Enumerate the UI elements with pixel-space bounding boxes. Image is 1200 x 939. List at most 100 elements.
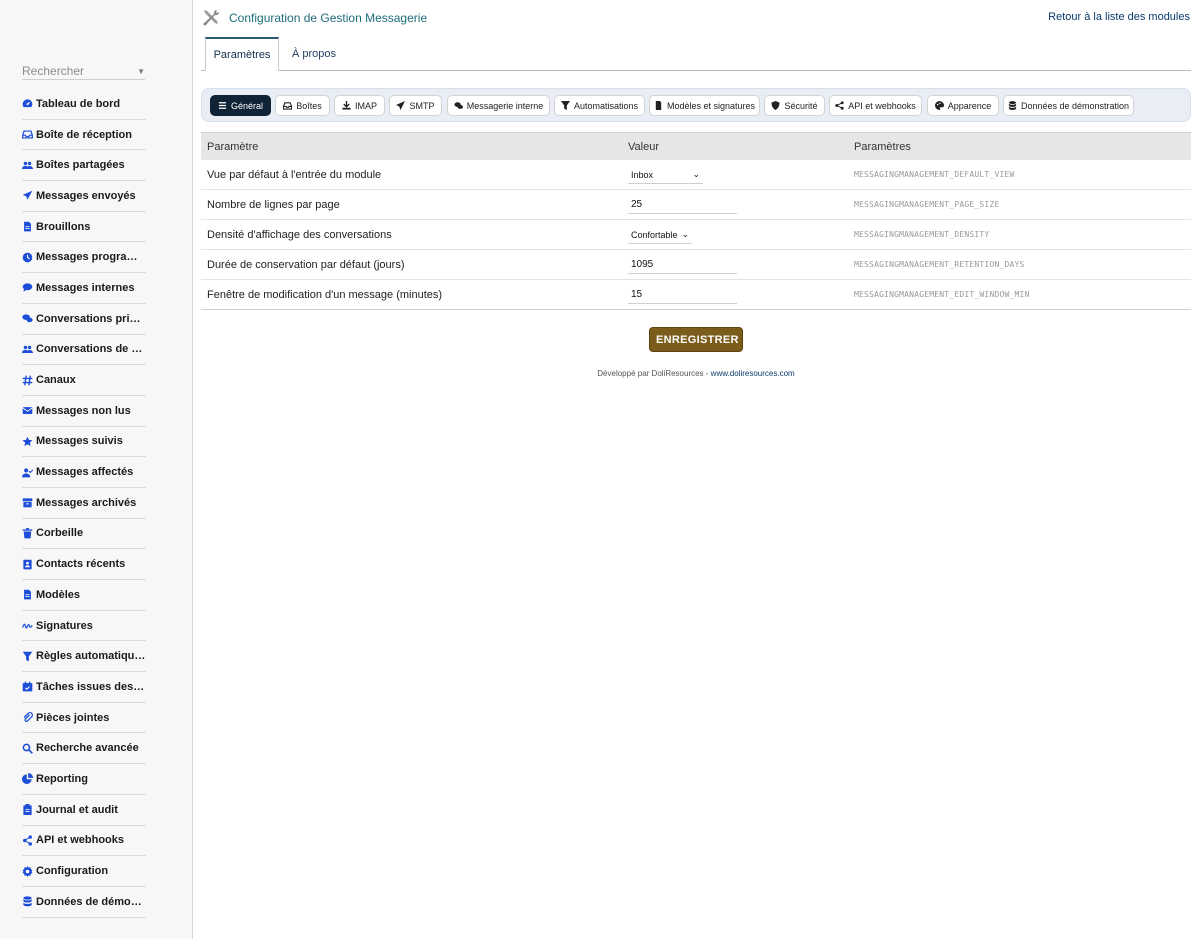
sidebar-item-label: Messages suivis (36, 435, 123, 448)
sidebar-item-boites-partagees[interactable]: Boîtes partagées (22, 150, 146, 182)
sidebar: ▼ Tableau de bord Boîte de réception Boî… (0, 0, 193, 939)
subnav-donnees-de-demonstration[interactable]: Données de démonstration (1003, 95, 1134, 116)
sidebar-item-configuration[interactable]: Configuration (22, 856, 146, 887)
sidebar-item-label: Pièces jointes (36, 711, 110, 724)
comments-icon (454, 102, 463, 109)
table-row: Vue par défaut à l'entrée du module Inbo… (201, 160, 1191, 190)
subnav-label: IMAP (354, 100, 377, 111)
subnav-label: Messagerie interne (466, 100, 544, 111)
sidebar-item-recherche-avancee[interactable]: Recherche avancée (22, 733, 146, 765)
subnav-label: API et webhooks (848, 100, 916, 111)
footer-link[interactable]: www.doliresources.com (711, 369, 795, 378)
sidebar-item-messages-affectes[interactable]: Messages affectés (22, 457, 146, 488)
sidebar-item-corbeille[interactable]: Corbeille (22, 519, 146, 550)
select-value: Confortable (631, 229, 678, 240)
footer-text: Développé par DoliResources - (597, 369, 711, 378)
sidebar-item-label: Configuration (36, 865, 109, 878)
density-select[interactable]: Confortable ⌄ (628, 226, 692, 244)
sidebar-item-tableau-de-bord[interactable]: Tableau de bord (22, 89, 146, 120)
sidebar-item-messages-archives[interactable]: Messages archivés (22, 488, 146, 519)
sidebar-item-messages-non-lus[interactable]: Messages non lus (22, 396, 146, 427)
calendar-check-icon (22, 681, 33, 692)
chevron-down-icon: ⌄ (692, 169, 700, 179)
subnav-smtp[interactable]: SMTP (389, 95, 442, 116)
inbox-icon (22, 129, 33, 140)
setting-label: Vue par défaut à l'entrée du module (207, 169, 382, 181)
search-input[interactable] (22, 64, 122, 78)
comment-icon (22, 282, 33, 293)
sidebar-item-messages-envoyes[interactable]: Messages envoyés (22, 181, 146, 212)
users-icon (22, 160, 33, 171)
save-button[interactable]: ENREGISTRER (649, 327, 743, 352)
database-icon (1008, 101, 1017, 110)
sidebar-item-label: API et webhooks (36, 834, 125, 847)
sidebar-item-messages-programmes[interactable]: Messages programmés (22, 242, 146, 274)
header-parametres: Paramètres (854, 141, 911, 153)
database-icon (22, 896, 33, 907)
sidebar-item-messages-internes[interactable]: Messages internes (22, 273, 146, 304)
sidebar-item-contacts-recents[interactable]: Contacts récents (22, 549, 146, 580)
file-icon (22, 221, 33, 232)
signature-icon (22, 620, 33, 631)
sidebar-item-messages-suivis[interactable]: Messages suivis (22, 427, 146, 458)
subnav-label: SMTP (409, 100, 435, 111)
sidebar-item-conversations-privees[interactable]: Conversations privées (22, 304, 146, 335)
sidebar-search[interactable]: ▼ (22, 63, 145, 80)
setting-constant: MESSAGINGMANAGEMENT_PAGE_SIZE (854, 200, 1000, 209)
page-size-input[interactable] (628, 195, 737, 214)
sidebar-item-reporting[interactable]: Reporting (22, 764, 146, 795)
sidebar-item-journal-et-audit[interactable]: Journal et audit (22, 795, 146, 826)
paperclip-icon (22, 712, 33, 723)
clipboard-icon (22, 804, 33, 816)
subnav-securite[interactable]: Sécurité (764, 95, 825, 116)
sidebar-item-signatures[interactable]: Signatures (22, 611, 146, 642)
sidebar-item-label: Brouillons (36, 220, 91, 233)
subnav-label: Général (230, 100, 264, 111)
envelope-icon (22, 405, 33, 416)
subnav-label: Données de démonstration (1020, 100, 1130, 111)
comments-icon (22, 313, 33, 324)
subnav-messagerie-interne[interactable]: Messagerie interne (447, 95, 550, 116)
sidebar-item-regles-automatiques[interactable]: Règles automatiques (22, 641, 146, 673)
sidebar-item-modeles[interactable]: Modèles (22, 580, 146, 611)
sidebar-item-boite-de-reception[interactable]: Boîte de réception (22, 120, 146, 151)
subnav-automatisations[interactable]: Automatisations (554, 95, 645, 116)
bars-icon (218, 102, 227, 109)
tab-parametres[interactable]: Paramètres (205, 37, 279, 71)
sidebar-item-donnees-de-demonstration[interactable]: Données de démonstration (22, 887, 146, 918)
share-nodes-icon (22, 835, 33, 846)
sidebar-item-label: Tâches issues des messages (36, 680, 146, 693)
sidebar-item-label: Tableau de bord (36, 97, 121, 110)
chevron-down-icon[interactable]: ▼ (137, 67, 145, 76)
sidebar-item-conversations-de-groupe[interactable]: Conversations de groupe (22, 335, 146, 366)
setting-constant: MESSAGINGMANAGEMENT_RETENTION_DAYS (854, 260, 1025, 269)
sidebar-item-label: Messages non lus (36, 404, 131, 417)
subnav-label: Boîtes (296, 100, 322, 111)
star-icon (22, 436, 33, 447)
table-header: Paramètre Valeur Paramètres (201, 132, 1191, 160)
retention-days-input[interactable] (628, 255, 737, 274)
sidebar-item-label: Conversations privées (36, 312, 146, 325)
sidebar-item-api-et-webhooks[interactable]: API et webhooks (22, 826, 146, 857)
subnav-apparence[interactable]: Apparence (927, 95, 999, 116)
sidebar-item-pieces-jointes[interactable]: Pièces jointes (22, 703, 146, 734)
inbox-icon (283, 102, 293, 110)
tab-a-propos[interactable]: À propos (281, 37, 347, 71)
subnav-imap[interactable]: IMAP (334, 95, 385, 116)
subnav-boites[interactable]: Boîtes (275, 95, 330, 116)
subnav-api-et-webhooks[interactable]: API et webhooks (829, 95, 922, 116)
shield-icon (771, 101, 781, 110)
subnav-general[interactable]: Général (210, 95, 271, 116)
clock-icon (22, 252, 33, 263)
page-title: Configuration de Gestion Messagerie (229, 11, 428, 25)
edit-window-input[interactable] (628, 285, 737, 304)
paper-plane-icon (22, 190, 33, 201)
subnav-modeles-et-signatures[interactable]: Modèles et signatures (649, 95, 760, 116)
user-group-icon (22, 344, 33, 355)
sidebar-item-brouillons[interactable]: Brouillons (22, 212, 146, 243)
sidebar-item-taches[interactable]: Tâches issues des messages (22, 672, 146, 703)
back-to-modules-link[interactable]: Retour à la liste des modules (1048, 11, 1190, 23)
subnav-label: Sécurité (784, 100, 818, 111)
settings-table: Paramètre Valeur Paramètres Vue par défa… (201, 132, 1191, 310)
default-view-select[interactable]: Inbox ⌄ (628, 166, 703, 184)
